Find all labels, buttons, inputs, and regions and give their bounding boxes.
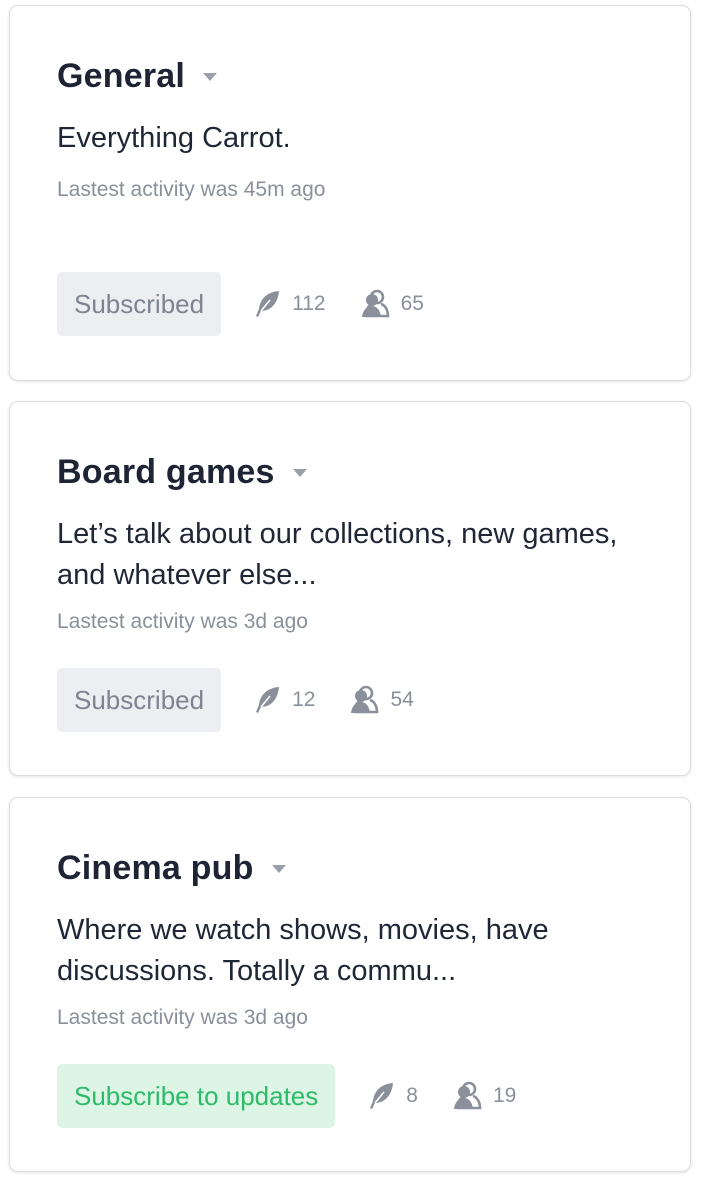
members-count-value: 54 bbox=[390, 688, 414, 711]
channel-title: General bbox=[57, 56, 186, 95]
subscribed-button[interactable]: Subscribed bbox=[57, 272, 222, 336]
subscribed-button[interactable]: Subscribed bbox=[57, 668, 222, 732]
subscribe-button[interactable]: Subscribe to updates bbox=[57, 1064, 336, 1128]
channel-title-dropdown[interactable]: Board games bbox=[57, 452, 307, 492]
posts-count-value: 8 bbox=[406, 1084, 418, 1107]
posts-count: 112 bbox=[253, 289, 326, 319]
caret-down-icon bbox=[203, 73, 218, 81]
members-count-value: 65 bbox=[400, 292, 424, 315]
members-count: 19 bbox=[452, 1081, 516, 1111]
latest-activity: Lastest activity was 45m ago bbox=[57, 178, 326, 201]
posts-count: 8 bbox=[367, 1081, 418, 1111]
members-count: 65 bbox=[360, 289, 424, 319]
caret-down-icon bbox=[292, 469, 307, 477]
feather-icon bbox=[256, 291, 280, 317]
channel-card-general: General Everything Carrot. Lastest activ… bbox=[9, 5, 691, 381]
caret-down-icon bbox=[271, 865, 286, 873]
channel-card-cinema-pub: Cinema pub Where we watch shows, movies,… bbox=[9, 797, 691, 1172]
channel-card-board-games: Board games Let’s talk about our collect… bbox=[9, 401, 691, 776]
latest-activity: Lastest activity was 3d ago bbox=[57, 1006, 308, 1029]
feather-icon bbox=[370, 1083, 394, 1109]
members-icon bbox=[361, 289, 389, 318]
channel-title: Cinema pub bbox=[57, 848, 254, 887]
feather-icon bbox=[256, 687, 280, 713]
posts-count-value: 12 bbox=[292, 688, 316, 711]
channel-description: Let’s talk about our collections, new ga… bbox=[57, 518, 618, 591]
channel-title-dropdown[interactable]: General bbox=[57, 56, 218, 96]
members-count: 54 bbox=[349, 685, 414, 715]
members-icon bbox=[453, 1081, 482, 1110]
posts-count: 12 bbox=[253, 685, 315, 715]
channel-title: Board games bbox=[57, 452, 275, 491]
posts-count-value: 112 bbox=[292, 292, 326, 315]
channel-title-dropdown[interactable]: Cinema pub bbox=[57, 848, 286, 888]
channel-description: Everything Carrot. bbox=[57, 122, 291, 154]
members-count-value: 19 bbox=[492, 1084, 517, 1107]
channel-description: Where we watch shows, movies, have discu… bbox=[57, 914, 549, 987]
members-icon bbox=[351, 685, 379, 714]
latest-activity: Lastest activity was 3d ago bbox=[57, 610, 308, 633]
